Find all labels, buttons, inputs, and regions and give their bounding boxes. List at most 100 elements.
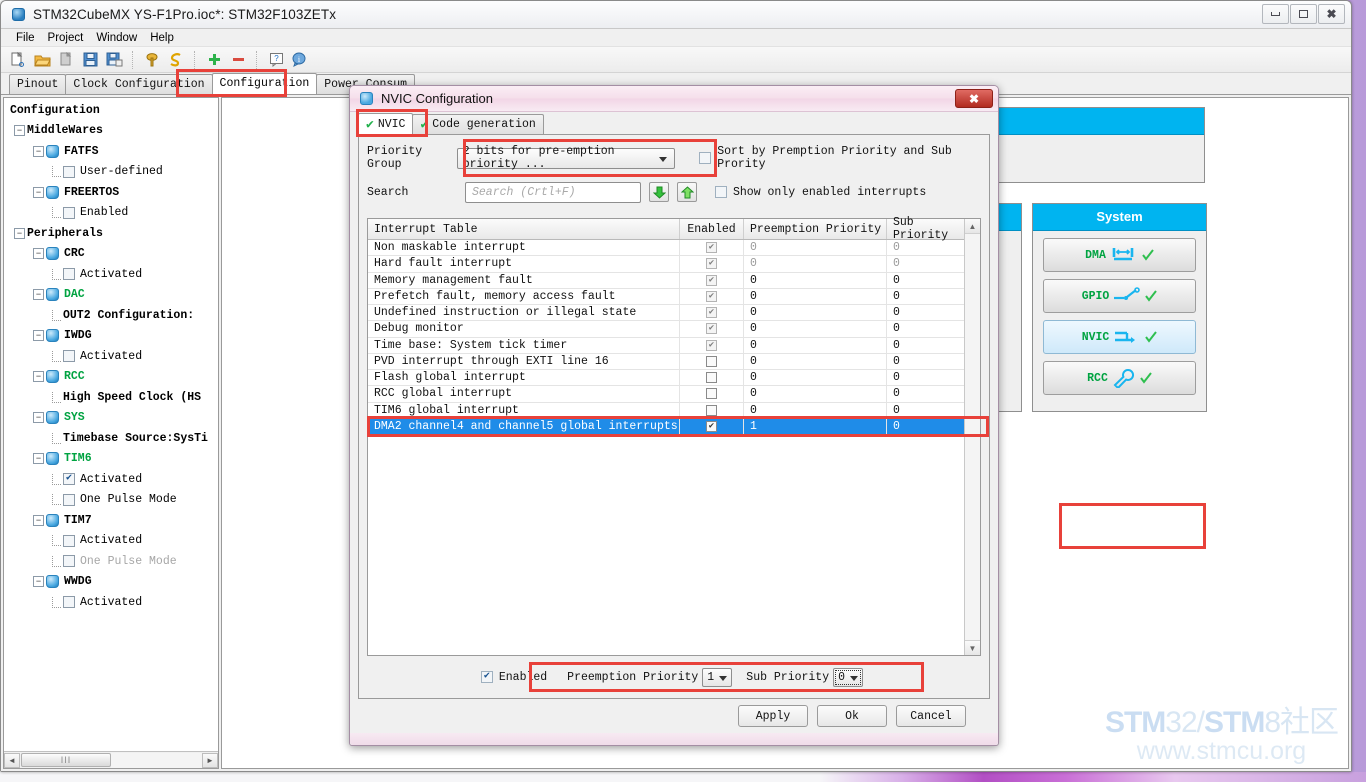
tree-expander-icon[interactable]: − xyxy=(33,145,44,157)
tree-expander-icon[interactable]: − xyxy=(33,453,44,465)
menu-project[interactable]: Project xyxy=(42,31,90,45)
generate-code-icon[interactable] xyxy=(165,50,187,70)
sidebar-horizontal-scrollbar[interactable]: ◄ III ► xyxy=(4,751,218,768)
row-enabled-checkbox[interactable] xyxy=(706,307,717,319)
table-row[interactable]: RCC global interrupt 0 0 xyxy=(368,386,964,403)
cell-enabled[interactable] xyxy=(680,370,744,386)
tree-expander-icon[interactable]: − xyxy=(14,227,25,239)
cancel-button[interactable]: Cancel xyxy=(896,705,966,727)
tree-item-activated[interactable]: Activated xyxy=(8,531,218,552)
cell-enabled[interactable] xyxy=(680,256,744,272)
show-only-enabled-group[interactable]: Show only enabled interrupts xyxy=(715,186,926,199)
show-only-enabled-checkbox[interactable] xyxy=(715,186,727,198)
tree-item-freertos[interactable]: − FREERTOS xyxy=(8,182,218,203)
table-row[interactable]: Flash global interrupt 0 0 xyxy=(368,370,964,387)
table-row[interactable]: Prefetch fault, memory access fault 00 xyxy=(368,288,964,305)
scroll-right-arrow-icon[interactable]: ► xyxy=(202,752,218,768)
row-enabled-checkbox[interactable] xyxy=(706,404,717,416)
about-icon[interactable]: i xyxy=(289,50,311,70)
table-vertical-scrollbar[interactable]: ▲ ▼ xyxy=(964,219,980,655)
save-as-icon[interactable] xyxy=(103,50,125,70)
table-row[interactable]: DMA2 channel4 and channel5 global interr… xyxy=(368,418,964,435)
tree-item-rcc[interactable]: − RCC xyxy=(8,367,218,388)
table-row[interactable]: Debug monitor 00 xyxy=(368,321,964,338)
tree-item-tim6[interactable]: − TIM6 xyxy=(8,449,218,470)
tree-item-one-pulse-mode[interactable]: One Pulse Mode xyxy=(8,490,218,511)
menu-file[interactable]: File xyxy=(10,31,41,45)
menu-help[interactable]: Help xyxy=(144,31,180,45)
row-enabled-checkbox[interactable] xyxy=(706,420,717,432)
tree-expander-icon[interactable]: − xyxy=(33,186,44,198)
tree-expander-icon[interactable]: − xyxy=(33,371,44,383)
row-enabled-checkbox[interactable] xyxy=(706,242,717,254)
tree-expander-icon[interactable]: − xyxy=(33,514,44,526)
cell-enabled[interactable] xyxy=(680,353,744,369)
tree-item-user-defined[interactable]: User-defined xyxy=(8,162,218,183)
tree-expander-icon[interactable]: − xyxy=(33,576,44,588)
remove-icon[interactable] xyxy=(227,50,249,70)
tree-expander-icon[interactable]: − xyxy=(33,248,44,260)
tab-nvic[interactable]: ✔ NVIC xyxy=(358,113,414,134)
search-next-button[interactable] xyxy=(649,182,669,202)
tab-pinout[interactable]: Pinout xyxy=(9,74,67,94)
tree-item-activated[interactable]: Activated xyxy=(8,592,218,613)
cell-enabled[interactable] xyxy=(680,272,744,288)
cell-enabled[interactable] xyxy=(680,386,744,402)
tree-item-out2-configuration[interactable]: OUT2 Configuration: xyxy=(8,305,218,326)
tree-item-tim7[interactable]: − TIM7 xyxy=(8,510,218,531)
add-icon[interactable] xyxy=(203,50,225,70)
tree-item-iwdg[interactable]: − IWDG xyxy=(8,326,218,347)
tree-item-peripherals[interactable]: − Peripherals xyxy=(8,223,218,244)
apply-button[interactable]: Apply xyxy=(738,705,808,727)
preemption-priority-select[interactable]: 1 xyxy=(702,667,733,687)
tree-item-enabled[interactable]: Enabled xyxy=(8,203,218,224)
tree-expander-icon[interactable]: − xyxy=(14,125,25,137)
row-enabled-checkbox[interactable] xyxy=(706,355,717,367)
cell-enabled[interactable] xyxy=(680,337,744,353)
tree-checkbox[interactable] xyxy=(63,555,75,568)
tab-clock-configuration[interactable]: Clock Configuration xyxy=(65,74,213,94)
tab-code-generation[interactable]: ✔ Code generation xyxy=(412,114,544,134)
sort-checkbox-group[interactable]: Sort by Premption Priority and Sub Prori… xyxy=(699,145,981,171)
cell-enabled[interactable] xyxy=(680,240,744,256)
maximize-button[interactable] xyxy=(1290,4,1317,24)
row-enabled-checkbox[interactable] xyxy=(706,258,717,270)
system-button-nvic[interactable]: NVIC xyxy=(1043,320,1196,354)
scrollbar-track[interactable] xyxy=(111,752,202,768)
row-enabled-checkbox[interactable] xyxy=(706,388,717,400)
tree-item-one-pulse-mode[interactable]: One Pulse Mode xyxy=(8,551,218,572)
table-row[interactable]: TIM6 global interrupt 0 0 xyxy=(368,402,964,419)
tree-item-high-speed-clock-hs[interactable]: High Speed Clock (HS xyxy=(8,387,218,408)
dialog-close-button[interactable]: ✖ xyxy=(955,89,993,108)
search-prev-button[interactable] xyxy=(677,182,697,202)
scroll-up-arrow-icon[interactable]: ▲ xyxy=(965,219,980,234)
column-header-preemption[interactable]: Preemption Priority xyxy=(744,219,887,239)
cell-enabled[interactable] xyxy=(680,418,744,434)
cell-enabled[interactable] xyxy=(680,288,744,304)
search-input[interactable]: Search (Crtl+F) xyxy=(465,181,641,203)
tree-checkbox[interactable] xyxy=(63,350,75,363)
cell-enabled[interactable] xyxy=(680,402,744,418)
tree-checkbox[interactable] xyxy=(63,534,75,547)
scrollbar-thumb[interactable]: III xyxy=(21,753,111,767)
row-enabled-checkbox[interactable] xyxy=(706,323,717,335)
open-project-icon[interactable] xyxy=(31,50,53,70)
tree-item-dac[interactable]: − DAC xyxy=(8,285,218,306)
system-button-dma[interactable]: DMA xyxy=(1043,238,1196,272)
new-project-icon[interactable] xyxy=(7,50,29,70)
minimize-button[interactable] xyxy=(1262,4,1289,24)
tree-item-middlewares[interactable]: − MiddleWares xyxy=(8,121,218,142)
generate-report-icon[interactable] xyxy=(141,50,163,70)
tree-item-wwdg[interactable]: − WWDG xyxy=(8,572,218,593)
tree-item-activated[interactable]: Activated xyxy=(8,264,218,285)
scroll-left-arrow-icon[interactable]: ◄ xyxy=(4,752,20,768)
sort-checkbox[interactable] xyxy=(699,152,712,164)
row-enabled-checkbox[interactable] xyxy=(706,274,717,286)
tree-expander-icon[interactable]: − xyxy=(33,289,44,301)
tree-expander-icon[interactable]: − xyxy=(33,412,44,424)
tree-checkbox[interactable] xyxy=(63,268,75,281)
ok-button[interactable]: Ok xyxy=(817,705,887,727)
scroll-down-arrow-icon[interactable]: ▼ xyxy=(965,640,980,655)
table-row[interactable]: PVD interrupt through EXTI line 16 0 0 xyxy=(368,353,964,370)
tree-item-timebase-source-systi[interactable]: Timebase Source:SysTi xyxy=(8,428,218,449)
